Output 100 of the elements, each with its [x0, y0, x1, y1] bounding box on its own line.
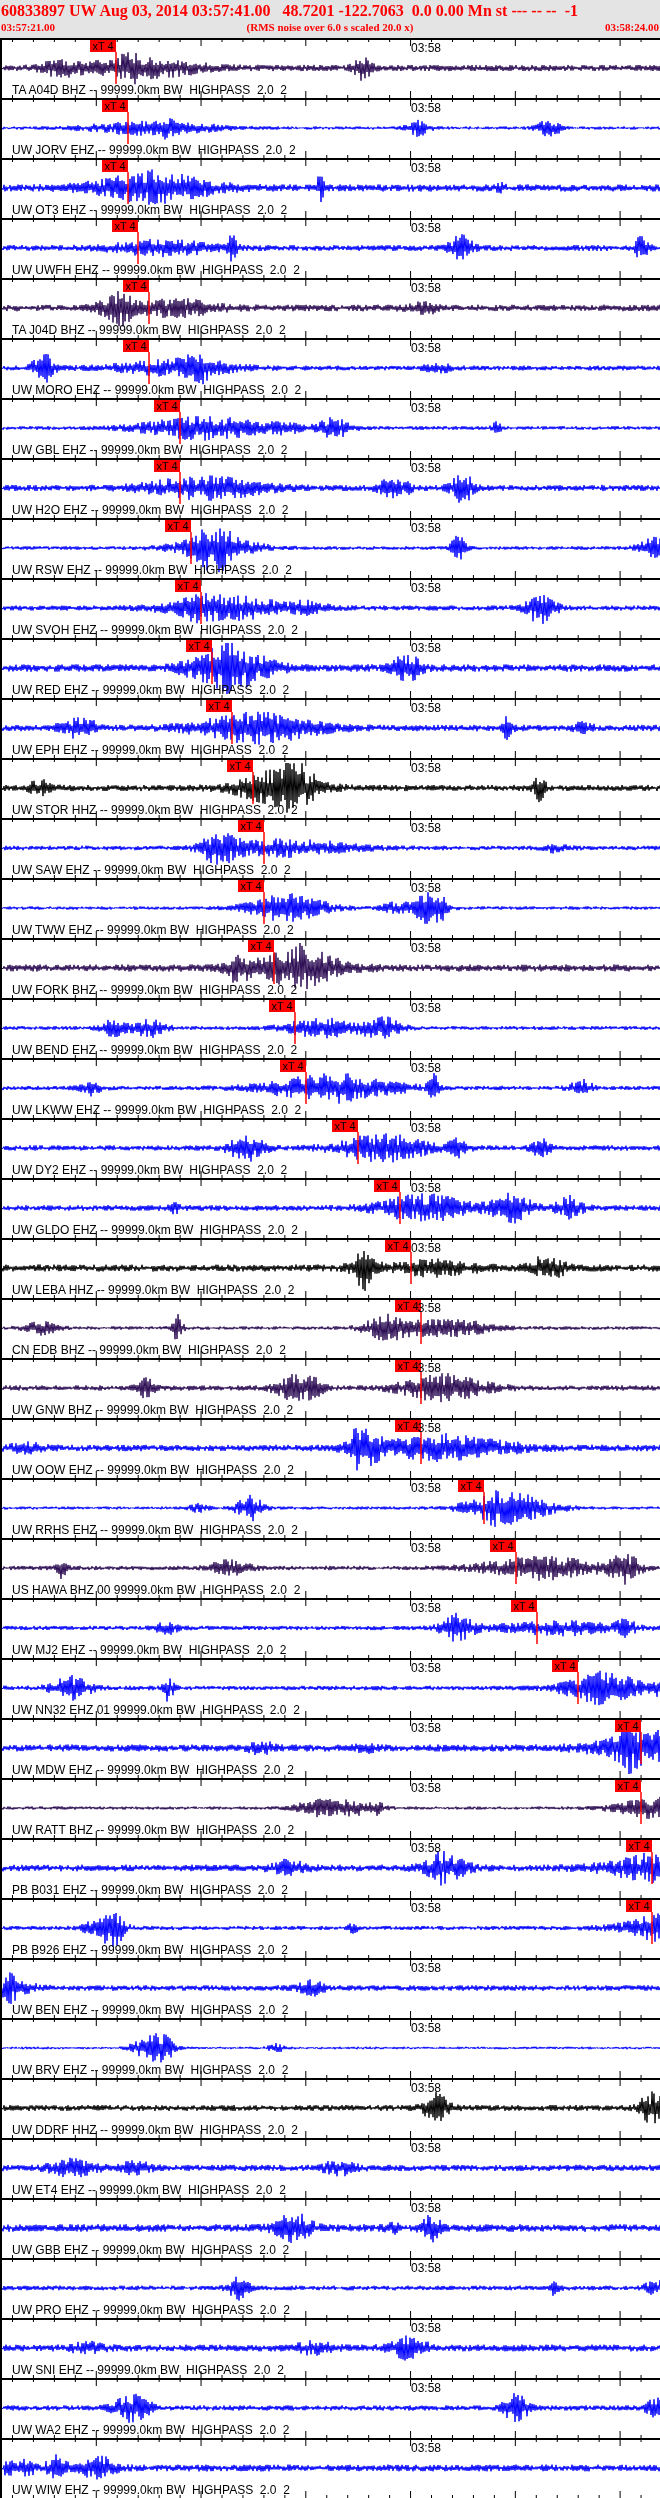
pick-line	[399, 1191, 401, 1225]
time-label: 03:58	[410, 1482, 441, 1494]
pick-line	[137, 231, 139, 265]
time-label: 03:58	[410, 1842, 441, 1854]
pick-line	[263, 831, 265, 865]
time-label: 03:58	[410, 822, 441, 834]
pick-line	[515, 1551, 517, 1585]
pick-line	[252, 771, 254, 805]
trace-label: UW EPH EHZ -- 99999.0km BW HIGHPASS 2.0 2	[12, 744, 289, 756]
pick-label: xT 4	[626, 1840, 652, 1852]
time-label: 03:58	[410, 1602, 441, 1614]
trace-label: UW WA2 EHZ -- 99999.0km BW HIGHPASS 2.0 2	[12, 2424, 290, 2436]
time-label: 03:58	[410, 1182, 441, 1194]
trace-label: UW LKWW EHZ -- 99999.0km BW HIGHPASS 2.0 2	[12, 1104, 302, 1116]
pick-line	[420, 1371, 422, 1405]
pick-label: xT 4	[374, 1180, 400, 1192]
pick-label: xT 4	[269, 1000, 295, 1012]
time-label: 03:58	[410, 1962, 441, 1974]
pick-line	[127, 171, 129, 205]
pick-line	[148, 351, 150, 385]
scaling-note: (RMS noise over 6.0 s scaled 20.0 x)	[246, 21, 414, 34]
trace-label: UW MORO EHZ -- 99999.0km BW HIGHPASS 2.0 2	[12, 384, 302, 396]
trace-label: UW TWW EHZ -- 99999.0km BW HIGHPASS 2.0 2	[12, 924, 294, 936]
pick-label: xT 4	[206, 700, 232, 712]
time-label: 03:58	[410, 162, 441, 174]
trace-label: UW MDW EHZ -- 99999.0km BW HIGHPASS 2.0 2	[12, 1764, 294, 1776]
trace-label: UW SNI EHZ -- 99999.0km BW HIGHPASS 2.0 2	[12, 2364, 284, 2376]
time-label: 03:58	[410, 1062, 441, 1074]
trace-label: PB B926 EHZ -- 99999.0km BW HIGHPASS 2.0 2	[12, 1944, 288, 1956]
trace-label: UW OT3 EHZ -- 99999.0km BW HIGHPASS 2.0 2	[12, 204, 288, 216]
time-label: 03:58	[410, 1542, 441, 1554]
end-time: 03:58:24.00	[604, 21, 659, 34]
time-label: 03:58	[410, 642, 441, 654]
trace-label: UW BEND EHZ -- 99999.0km BW HIGHPASS 2.0 2	[12, 1044, 298, 1056]
time-label: 03:58	[410, 1662, 441, 1674]
time-label: 03:58	[410, 462, 441, 474]
pick-label: xT 4	[165, 520, 191, 532]
time-label: 03:58	[410, 1122, 441, 1134]
pick-label: xT 4	[154, 460, 180, 472]
pick-label: xT 4	[186, 640, 212, 652]
time-label: 03:58	[410, 522, 441, 534]
pick-line	[577, 1671, 579, 1705]
pick-label: xT 4	[626, 1900, 652, 1912]
time-label: 03:58	[410, 1902, 441, 1914]
trace-label: UW LEBA HHZ -- 99999.0km BW HIGHPASS 2.0 2	[12, 1284, 295, 1296]
pick-line	[179, 411, 181, 445]
pick-line	[420, 1311, 422, 1345]
time-label: 03:58	[410, 2442, 441, 2454]
trace-label: UW RSW EHZ -- 99999.0km BW HIGHPASS 2.0 2	[12, 564, 292, 576]
trace-label: UW MJ2 EHZ -- 99999.0km BW HIGHPASS 2.0 2	[12, 1644, 287, 1656]
time-label: 03:58	[410, 1002, 441, 1014]
pick-label: xT 4	[511, 1600, 537, 1612]
trace-label: UW GBL EHZ -- 99999.0km BW HIGHPASS 2.0 2	[12, 444, 288, 456]
pick-line	[127, 111, 129, 145]
pick-line	[179, 471, 181, 505]
time-label: 03:58	[410, 942, 441, 954]
time-label: 03:58	[410, 2322, 441, 2334]
trace-label: UW STOR HHZ -- 99999.0km BW HIGHPASS 2.0 2	[12, 804, 298, 816]
pick-label: xT 4	[280, 1060, 306, 1072]
trace-label: UW DDRF HHZ -- 99999.0km BW HIGHPASS 2.0 2	[12, 2124, 298, 2136]
time-label: 03:58	[410, 42, 441, 54]
pick-line	[483, 1491, 485, 1525]
pick-label: xT 4	[615, 1780, 641, 1792]
pick-label: xT 4	[238, 880, 264, 892]
pick-label: xT 4	[615, 1720, 641, 1732]
trace-label: UW ET4 EHZ -- 99999.0km BW HIGHPASS 2.0 2	[12, 2184, 286, 2196]
pick-line	[294, 1011, 296, 1045]
pick-label: xT 4	[123, 340, 149, 352]
trace-label: UW SAW EHZ -- 99999.0km BW HIGHPASS 2.0 2	[12, 864, 291, 876]
trace-label: UW PRO EHZ -- 99999.0km BW HIGHPASS 2.0 2	[12, 2304, 290, 2316]
start-time: 03:57:21.00	[1, 21, 56, 34]
time-label: 03:58	[410, 2262, 441, 2274]
pick-line	[410, 1251, 412, 1285]
pick-line	[231, 711, 233, 745]
trace-label: UW DY2 EHZ -- 99999.0km BW HIGHPASS 2.0 2	[12, 1164, 288, 1176]
trace-label: UW OOW EHZ -- 99999.0km BW HIGHPASS 2.0 2	[12, 1464, 294, 1476]
trace-label: US HAWA BHZ 00 99999.0km BW HIGHPASS 2.0 2	[12, 1584, 301, 1596]
trace-label: UW BEN EHZ -- 99999.0km BW HIGHPASS 2.0 2	[12, 2004, 289, 2016]
pick-line	[273, 951, 275, 985]
pick-line	[148, 291, 150, 325]
pick-line	[211, 651, 213, 685]
pick-line	[115, 51, 117, 85]
time-label: 03:58	[410, 582, 441, 594]
trace-label: UW RRHS EHZ -- 99999.0km BW HIGHPASS 2.0 2	[12, 1524, 298, 1536]
pick-line	[305, 1071, 307, 1105]
trace-label: UW FORK BHZ -- 99999.0km BW HIGHPASS 2.0 2	[12, 984, 298, 996]
pick-label: xT 4	[102, 100, 128, 112]
time-label: 03:58	[410, 1242, 441, 1254]
pick-label: xT 4	[490, 1540, 516, 1552]
pick-label: xT 4	[385, 1240, 411, 1252]
pick-line	[357, 1131, 359, 1165]
pick-label: xT 4	[175, 580, 201, 592]
pick-label: xT 4	[90, 40, 116, 52]
time-label: 03:58	[410, 2082, 441, 2094]
trace-label: UW UWFH EHZ -- 99999.0km BW HIGHPASS 2.0 2	[12, 264, 300, 276]
trace-label: UW BRV EHZ -- 99999.0km BW HIGHPASS 2.0 2	[12, 2064, 289, 2076]
pick-line	[420, 1431, 422, 1465]
time-label: 03:58	[410, 762, 441, 774]
time-label: 03:58	[410, 702, 441, 714]
pick-label: xT 4	[154, 400, 180, 412]
